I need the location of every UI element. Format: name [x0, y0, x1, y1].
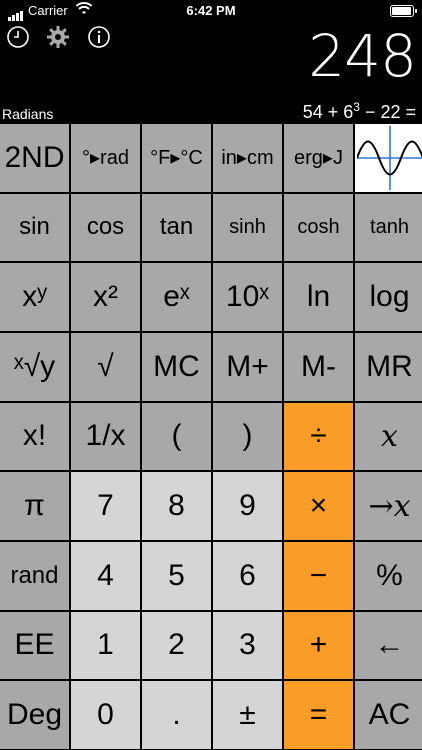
open-paren-button[interactable]: ( [142, 402, 212, 472]
digit-5-button[interactable]: 5 [142, 541, 212, 611]
sign-toggle-button[interactable]: ± [213, 681, 283, 750]
status-bar: Carrier 6:42 PM [0, 0, 422, 21]
log-button[interactable]: log [355, 263, 422, 332]
x-root-y-button[interactable]: ˣ√y [0, 332, 70, 402]
sin-button[interactable]: sin [0, 193, 70, 263]
memory-subtract-button[interactable]: M- [284, 332, 354, 402]
cosh-button[interactable]: cosh [284, 193, 354, 263]
expression-display: 54 + 63 − 22 = [302, 100, 416, 122]
multiply-button[interactable]: × [284, 472, 354, 541]
square-root-button[interactable]: √ [71, 332, 141, 402]
toolbar [6, 25, 123, 51]
factorial-button[interactable]: x! [0, 402, 70, 472]
variable-x-button[interactable]: x [355, 402, 422, 472]
decimal-button[interactable]: . [142, 681, 212, 750]
reciprocal-button[interactable]: 1/x [71, 402, 141, 472]
x-squared-button[interactable]: x² [71, 263, 141, 332]
f-to-c-button[interactable]: °F▸°C [142, 124, 212, 193]
erg-to-joule-button[interactable]: erg▸J [284, 124, 354, 193]
memory-add-button[interactable]: M+ [213, 332, 283, 402]
digit-0-button[interactable]: 0 [71, 681, 141, 750]
backspace-button[interactable]: ← [355, 611, 422, 681]
digit-3-button[interactable]: 3 [213, 611, 283, 681]
sinh-button[interactable]: sinh [213, 193, 283, 263]
add-button[interactable]: + [284, 611, 354, 681]
pi-button[interactable]: π [0, 472, 70, 541]
second-function-button[interactable]: 2ND [0, 124, 70, 193]
gear-icon[interactable] [46, 25, 70, 49]
exponent-button[interactable]: EE [0, 611, 70, 681]
equals-button[interactable]: = [284, 681, 354, 750]
ln-button[interactable]: ln [284, 263, 354, 332]
result-display: 248 [308, 22, 417, 90]
digit-9-button[interactable]: 9 [213, 472, 283, 541]
graph-button[interactable] [355, 124, 422, 193]
digit-2-button[interactable]: 2 [142, 611, 212, 681]
digit-4-button[interactable]: 4 [71, 541, 141, 611]
cos-button[interactable]: cos [71, 193, 141, 263]
all-clear-button[interactable]: AC [355, 681, 422, 750]
degrees-mode-button[interactable]: Deg [0, 681, 70, 750]
deg-to-rad-button[interactable]: °▸rad [71, 124, 141, 193]
battery-icon [390, 5, 417, 17]
memory-clear-button[interactable]: MC [142, 332, 212, 402]
in-to-cm-button[interactable]: in▸cm [213, 124, 283, 193]
digit-7-button[interactable]: 7 [71, 472, 141, 541]
x-power-y-button[interactable]: xʸ [0, 263, 70, 332]
digit-8-button[interactable]: 8 [142, 472, 212, 541]
memory-recall-button[interactable]: MR [355, 332, 422, 402]
ten-power-x-button[interactable]: 10ˣ [213, 263, 283, 332]
tan-button[interactable]: tan [142, 193, 212, 263]
store-x-button[interactable]: →x [355, 472, 422, 541]
subtract-button[interactable]: − [284, 541, 354, 611]
status-time: 6:42 PM [186, 3, 236, 18]
digit-6-button[interactable]: 6 [213, 541, 283, 611]
tanh-button[interactable]: tanh [355, 193, 422, 263]
info-icon[interactable] [87, 25, 111, 49]
angle-mode-label: Radians [2, 106, 54, 122]
clock-icon[interactable] [6, 25, 30, 49]
percent-button[interactable]: % [355, 541, 422, 611]
close-paren-button[interactable]: ) [213, 402, 283, 472]
e-power-x-button[interactable]: eˣ [142, 263, 212, 332]
divide-button[interactable]: ÷ [284, 402, 354, 472]
digit-1-button[interactable]: 1 [71, 611, 141, 681]
random-button[interactable]: rand [0, 541, 70, 611]
keypad: 2ND °▸rad °F▸°C in▸cm erg▸J sin cos tan … [0, 124, 422, 750]
sine-graph-icon [356, 125, 422, 190]
